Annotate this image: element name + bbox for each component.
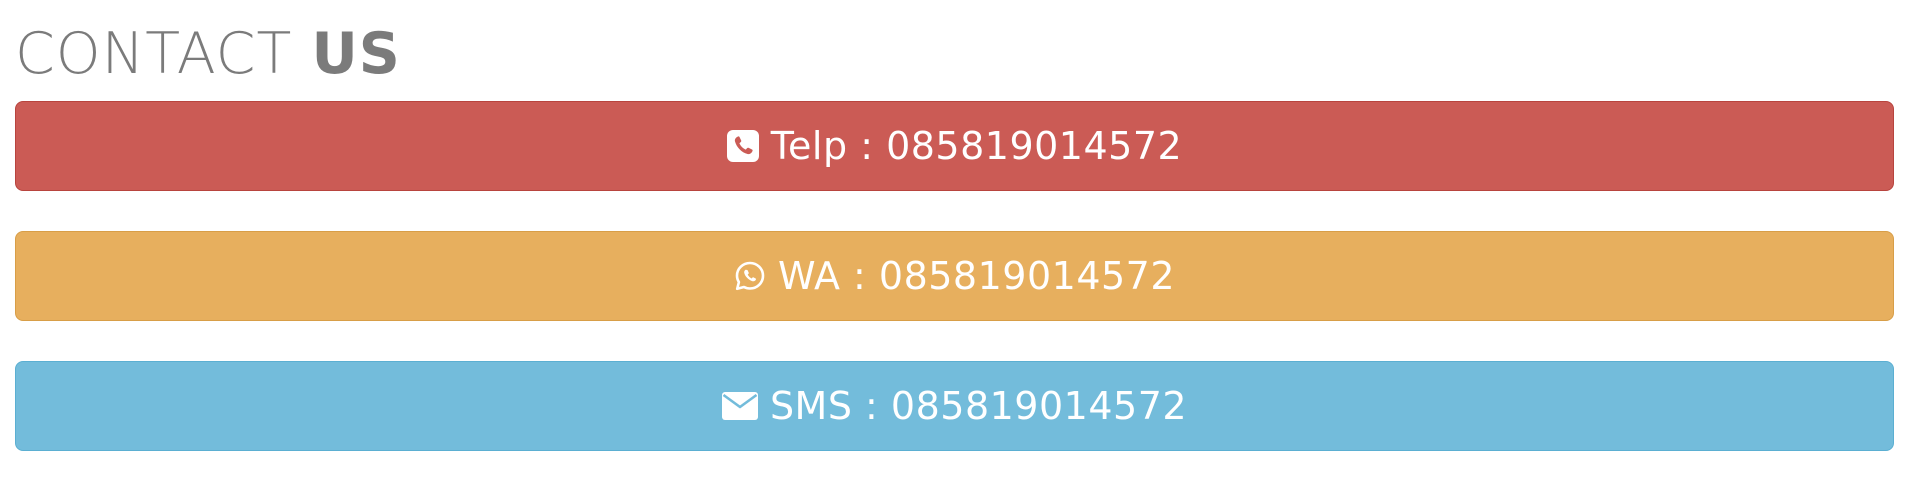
- envelope-icon: [721, 392, 758, 420]
- telp-button[interactable]: Telp : 085819014572: [15, 101, 1894, 191]
- wa-button[interactable]: WA : 085819014572: [15, 231, 1894, 321]
- wa-label: WA : 085819014572: [777, 254, 1176, 298]
- sms-label: SMS : 085819014572: [769, 384, 1188, 428]
- telp-label: Telp : 085819014572: [770, 124, 1183, 168]
- phone-square-icon: [726, 130, 759, 162]
- sms-button[interactable]: SMS : 085819014572: [15, 361, 1894, 451]
- whatsapp-icon: [734, 260, 766, 292]
- title-bold-text: US: [311, 21, 401, 87]
- page-title: CONTACT US: [15, 22, 401, 86]
- title-light-text: CONTACT: [15, 21, 312, 87]
